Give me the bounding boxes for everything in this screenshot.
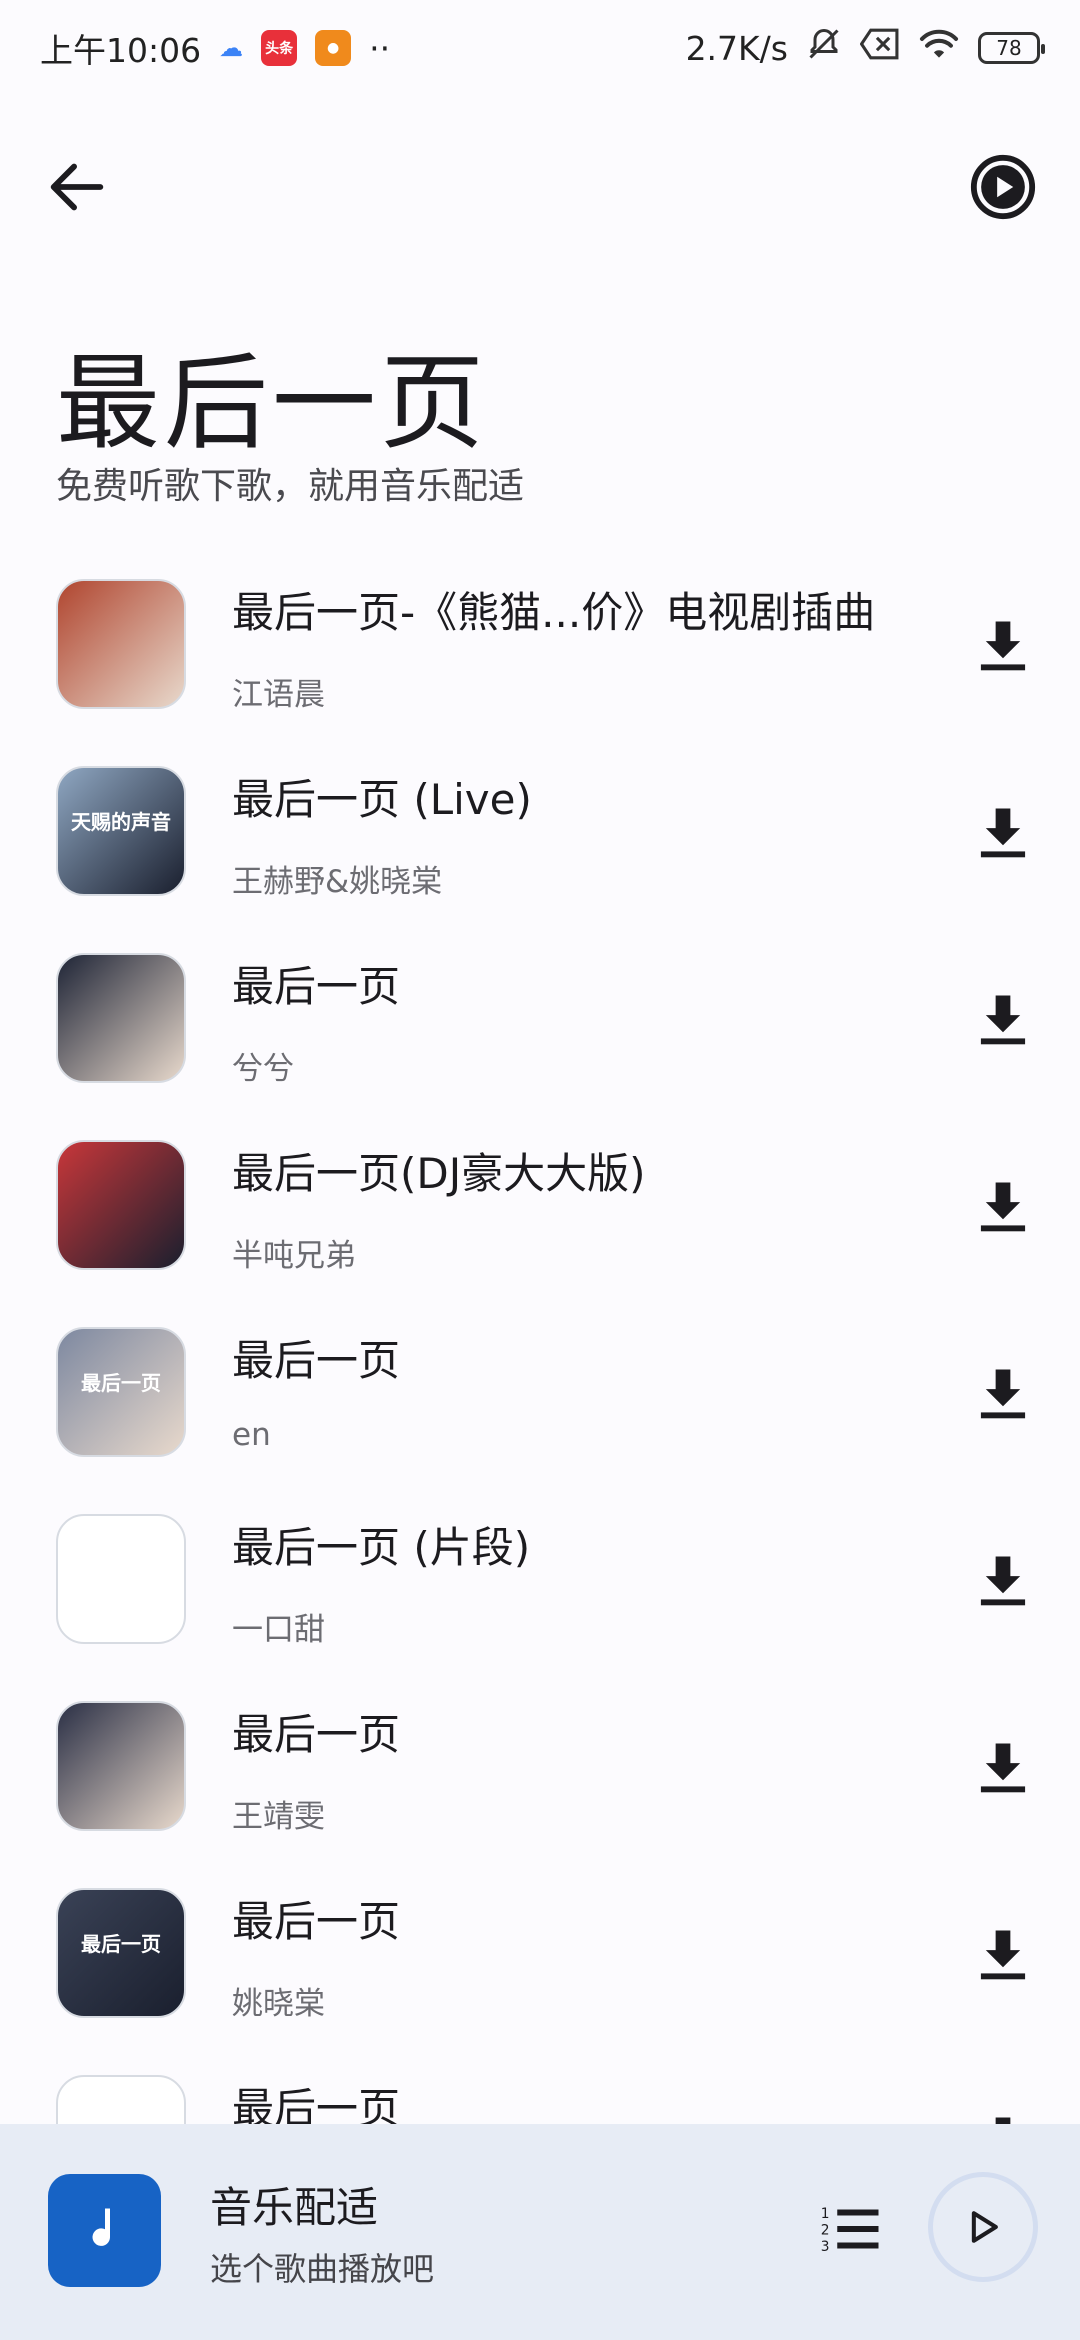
download-icon (980, 1743, 1026, 1793)
page-title: 最后一页 (56, 342, 489, 464)
album-cover (56, 1701, 186, 1831)
song-row[interactable]: 最后一页 王靖雯 (0, 1695, 1080, 1882)
status-time: 上午10:06 (40, 31, 202, 70)
cloud-icon: ☁ (219, 34, 244, 62)
download-icon (980, 1556, 1026, 1606)
download-button[interactable] (970, 613, 1036, 679)
more-notifications-icon: ·· (369, 28, 391, 68)
download-button[interactable] (970, 1922, 1036, 1988)
toutiao-app-icon: 头条 (261, 30, 298, 66)
song-row[interactable]: 最后一页-《熊猫...价》电视剧插曲江语晨 (0, 573, 1080, 760)
song-artist: 姚晓棠 (232, 1986, 325, 2022)
song-title: 最后一页 (232, 1336, 401, 1385)
status-bar: 上午10:06 ☁ 头条 ● ·· 2.7K/s 78 (0, 0, 1080, 96)
back-button[interactable] (42, 152, 112, 222)
download-icon (980, 621, 1026, 671)
battery-indicator: 78 (978, 32, 1045, 64)
song-title: 最后一页 (Live) (232, 775, 532, 824)
song-title: 最后一页 (232, 1897, 401, 1946)
download-icon (980, 1182, 1026, 1232)
album-cover (56, 579, 186, 709)
download-button[interactable] (970, 1735, 1036, 1801)
album-cover-text: 天赐的声音 (71, 810, 171, 834)
playlist-icon: 1 2 3 (821, 2206, 879, 2255)
song-row[interactable]: 天赐的声音 最后一页 (Live) 王赫野&姚晓棠 (0, 760, 1080, 947)
status-bar-right: 2.7K/s 78 (685, 26, 1045, 70)
song-title: 最后一页 (232, 962, 401, 1011)
download-button[interactable] (970, 1548, 1036, 1614)
album-cover: 最后一页 (56, 1888, 186, 2018)
download-button[interactable] (970, 1361, 1036, 1427)
download-icon (980, 1369, 1026, 1419)
song-row[interactable]: 最后一页 最后一页 姚晓棠 (0, 1882, 1080, 2069)
player-title: 音乐配适 (210, 2183, 379, 2232)
song-artist: 半吨兄弟 (232, 1238, 356, 1274)
net-speed: 2.7K/s (685, 28, 788, 68)
song-artist: 王赫野&姚晓棠 (232, 864, 443, 900)
album-cover (56, 1514, 186, 1644)
album-cover: 最后一页 (56, 1327, 186, 1457)
player-play-button[interactable] (928, 2172, 1038, 2282)
download-icon (980, 995, 1026, 1045)
song-list: 最后一页-《熊猫...价》电视剧插曲江语晨天赐的声音 最后一页 (Live) 王赫野… (0, 573, 1080, 2256)
wifi-icon (918, 27, 960, 69)
album-cover-text: 最后一页 (81, 1932, 161, 1956)
album-cover (56, 1140, 186, 1270)
arrow-left-icon (50, 163, 104, 211)
mini-player[interactable]: 音乐配适 选个歌曲播放吧 1 2 3 (0, 2124, 1080, 2340)
song-row[interactable]: 最后一页(DJ豪大大版) 半吨兄弟 (0, 1134, 1080, 1321)
download-button[interactable] (970, 800, 1036, 866)
song-title: 最后一页-《熊猫...价》电视剧插曲 (232, 588, 876, 637)
song-artist: 一口甜 (232, 1612, 325, 1648)
play-circle-icon (970, 154, 1036, 220)
song-row[interactable]: 最后一页 兮兮 (0, 947, 1080, 1134)
album-cover: 天赐的声音 (56, 766, 186, 896)
top-toolbar (0, 130, 1080, 240)
song-artist: en (232, 1417, 271, 1453)
album-cover (56, 953, 186, 1083)
music-note-icon (92, 2208, 110, 2246)
queue-button[interactable]: 1 2 3 (818, 2196, 884, 2262)
sim-error-icon (859, 27, 900, 69)
mute-bell-icon (806, 26, 842, 70)
svg-text:3: 3 (821, 2239, 830, 2255)
song-title: 最后一页(DJ豪大大版) (232, 1149, 646, 1198)
orange-app-icon: ● (315, 30, 352, 66)
player-artwork (48, 2174, 161, 2287)
download-icon (980, 808, 1026, 858)
album-cover-text: 最后一页 (81, 1371, 161, 1395)
page-subtitle: 免费听歌下歌，就用音乐配适 (56, 466, 525, 507)
status-bar-left: 上午10:06 ☁ 头条 ● ·· (40, 24, 390, 72)
play-all-button[interactable] (968, 152, 1038, 222)
download-button[interactable] (970, 1174, 1036, 1240)
song-row[interactable]: 最后一页 (片段) 一口甜 (0, 1508, 1080, 1695)
song-title: 最后一页 (232, 1710, 401, 1759)
download-icon (980, 1930, 1026, 1980)
song-title: 最后一页 (片段) (232, 1523, 531, 1572)
song-artist: 王靖雯 (232, 1799, 325, 1835)
song-row[interactable]: 最后一页 最后一页 en (0, 1321, 1080, 1508)
song-artist: 兮兮 (232, 1051, 294, 1087)
download-button[interactable] (970, 987, 1036, 1053)
svg-text:1: 1 (821, 2206, 830, 2222)
player-subtitle: 选个歌曲播放吧 (210, 2250, 435, 2288)
song-artist: 江语晨 (232, 677, 325, 713)
play-icon (971, 2211, 998, 2243)
svg-text:2: 2 (821, 2223, 830, 2239)
